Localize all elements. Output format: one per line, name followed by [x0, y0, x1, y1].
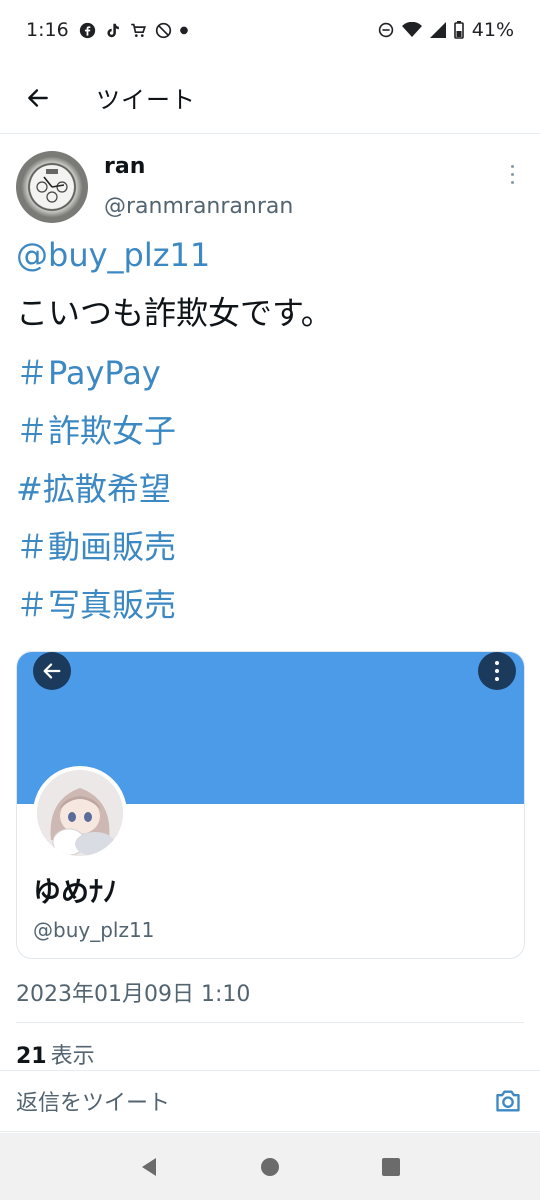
back-button[interactable]: [0, 62, 76, 134]
mention-link[interactable]: @buy_plz11: [16, 226, 526, 284]
nav-recents-button[interactable]: [371, 1147, 411, 1187]
profile-avatar: [33, 766, 127, 860]
card-back-button: [33, 652, 71, 690]
more-dot: [510, 164, 514, 168]
tweet-body: @buy_plz11 こいつも詐欺女です。 ＃PayPay ＃詐欺女子 #拡散希…: [16, 226, 526, 634]
system-nav-bar: [0, 1133, 540, 1200]
square-recents-icon: [382, 1157, 401, 1176]
circle-home-icon: [260, 1157, 279, 1176]
cart-icon: [130, 23, 146, 37]
reply-input[interactable]: 返信をツイート: [16, 1085, 170, 1117]
triangle-back-icon: [141, 1157, 156, 1176]
hashtag-link[interactable]: ＃動画販売: [16, 518, 526, 576]
tiktok-icon: [107, 23, 119, 37]
arrow-left-icon: [43, 663, 61, 679]
dnd-icon: [378, 22, 393, 38]
author-handle[interactable]: @ranmranranran: [104, 194, 293, 219]
more-dot: [495, 661, 499, 665]
views-number: 21: [16, 1044, 47, 1069]
page-title: ツイート: [96, 86, 196, 114]
tweet-more-button[interactable]: [502, 162, 522, 186]
card-more-button: [478, 652, 516, 690]
reply-composer[interactable]: 返信をツイート: [0, 1070, 540, 1132]
profile-handle: @buy_plz11: [33, 918, 155, 942]
battery-percent: 41%: [471, 19, 514, 41]
wifi-icon: [401, 22, 422, 37]
status-right: 41%: [378, 19, 514, 41]
status-time: 1:16: [26, 19, 69, 41]
more-dot: [495, 677, 499, 681]
more-dot: [510, 172, 514, 176]
embedded-profile-card[interactable]: ゆめﾅﾉ @buy_plz11: [16, 651, 525, 959]
views-label: 表示: [50, 1044, 95, 1069]
hashtag-link[interactable]: ＃PayPay: [16, 344, 526, 402]
anime-girl-avatar-image: [37, 770, 123, 856]
no-entry-icon: [155, 22, 171, 38]
watch-avatar-image: [30, 165, 74, 209]
profile-name: ゆめﾅﾉ: [33, 875, 118, 908]
more-notifications-dot: ●: [179, 24, 189, 36]
notification-icons: ●: [79, 22, 189, 39]
signal-icon: [429, 22, 446, 38]
hashtag-link[interactable]: #拡散希望: [16, 460, 526, 518]
camera-button[interactable]: [492, 1085, 524, 1117]
nav-home-button[interactable]: [250, 1147, 290, 1187]
header: ツイート: [0, 62, 540, 134]
author-name[interactable]: ran: [104, 154, 145, 179]
hashtag-link[interactable]: ＃詐欺女子: [16, 402, 526, 460]
status-left: 1:16 ●: [26, 19, 188, 41]
tweet-text: こいつも詐欺女です。: [16, 294, 333, 332]
views-count[interactable]: 21 表示: [16, 1038, 95, 1070]
hashtag-link[interactable]: ＃写真販売: [16, 576, 526, 634]
facebook-icon: [79, 22, 95, 38]
tweet: ran @ranmranranran @buy_plz11 こいつも詐欺女です。…: [16, 146, 526, 634]
status-bar: 1:16 ● 41%: [0, 0, 540, 60]
arrow-left-icon: [28, 88, 48, 107]
divider: [16, 1022, 524, 1023]
tweet-timestamp: 2023年01月09日 1:10: [16, 982, 251, 1007]
camera-icon: [496, 1090, 520, 1112]
nav-back-button[interactable]: [129, 1147, 169, 1187]
author-avatar[interactable]: [16, 151, 88, 223]
more-dot: [495, 669, 499, 673]
author-row: ran @ranmranranran: [16, 146, 526, 230]
more-dot: [510, 180, 514, 184]
battery-icon: [453, 21, 464, 39]
